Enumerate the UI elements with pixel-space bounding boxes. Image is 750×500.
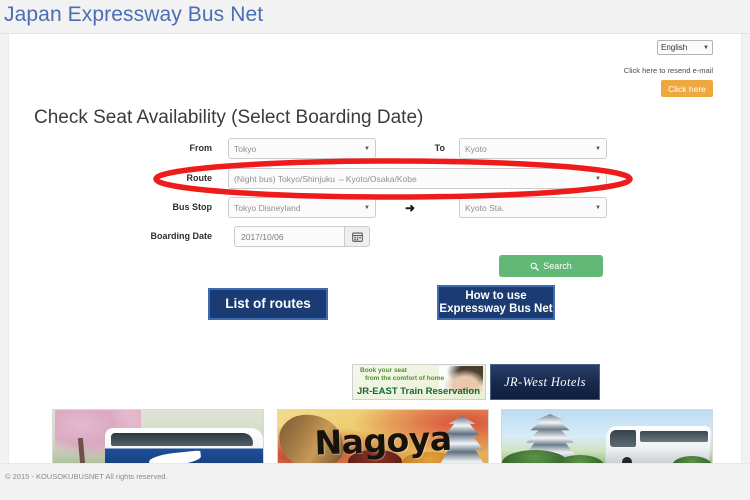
how-to-use-label-line1: How to use bbox=[465, 289, 527, 302]
nagoya-title: Nagoya bbox=[313, 418, 453, 463]
bus-stop-destination-select[interactable]: Kyoto Sta. ▼ bbox=[459, 197, 607, 218]
from-select-value: Tokyo bbox=[234, 143, 257, 154]
form-row-boarding-date: Boarding Date 2017/10/06 bbox=[9, 226, 743, 248]
bus-stop-destination-value: Kyoto Sta. bbox=[465, 202, 505, 213]
form-row-from-to: From Tokyo ▼ To Kyoto ▼ bbox=[9, 138, 743, 160]
jr-east-tagline-1: Book your seat bbox=[360, 367, 407, 374]
calendar-icon[interactable] bbox=[344, 226, 370, 247]
how-to-use-label-line2: Expressway Bus Net bbox=[439, 302, 553, 315]
route-select-value: (Night bus) Tokyo/Shinjuku ⇔Kyoto/Osaka/… bbox=[234, 173, 417, 184]
search-button-label: Search bbox=[543, 261, 572, 271]
from-select[interactable]: Tokyo ▼ bbox=[228, 138, 376, 159]
bus-stop-label: Bus Stop bbox=[172, 202, 213, 212]
page-content: English ▼ Click here to resend e-mail Cl… bbox=[8, 34, 743, 477]
site-header: Japan Expressway Bus Net bbox=[0, 0, 750, 34]
to-label: To bbox=[434, 143, 445, 153]
boarding-date-value: 2017/10/06 bbox=[241, 231, 284, 242]
banner-jr-east-train-reservation[interactable]: Book your seat from the comfort of home … bbox=[352, 364, 486, 400]
form-row-route: Route (Night bus) Tokyo/Shinjuku ⇔Kyoto/… bbox=[9, 168, 743, 190]
resend-email-button-label: Click here bbox=[668, 83, 706, 94]
arrow-right-icon: ➜ bbox=[405, 201, 416, 215]
search-button[interactable]: Search bbox=[499, 255, 603, 277]
form-row-bus-stop: Bus Stop Tokyo Disneyland ▼ ➜ Kyoto Sta.… bbox=[9, 197, 743, 219]
to-select[interactable]: Kyoto ▼ bbox=[459, 138, 607, 159]
chevron-down-icon: ▼ bbox=[703, 44, 709, 51]
language-select[interactable]: English ▼ bbox=[657, 40, 713, 55]
jr-east-title: JR-EAST Train Reservation bbox=[357, 386, 481, 397]
chevron-down-icon: ▼ bbox=[595, 175, 601, 182]
resend-email-text: Click here to resend e-mail bbox=[623, 66, 713, 75]
chevron-down-icon: ▼ bbox=[364, 204, 370, 211]
bus-windshield bbox=[610, 430, 636, 447]
to-select-value: Kyoto bbox=[465, 143, 487, 154]
site-footer: © 2015 - KOUSOKUBUSNET All rights reserv… bbox=[0, 463, 750, 500]
from-label: From bbox=[189, 143, 213, 153]
site-title: Japan Expressway Bus Net bbox=[4, 3, 264, 26]
search-icon bbox=[530, 262, 540, 271]
boarding-date-label: Boarding Date bbox=[150, 231, 212, 241]
how-to-use-button[interactable]: How to use Expressway Bus Net bbox=[437, 285, 555, 320]
route-select[interactable]: (Night bus) Tokyo/Shinjuku ⇔Kyoto/Osaka/… bbox=[228, 168, 607, 189]
jr-west-title: JR-West Hotels bbox=[504, 374, 586, 389]
chevron-down-icon: ▼ bbox=[595, 204, 601, 211]
list-of-routes-button[interactable]: List of routes bbox=[208, 288, 328, 320]
banner-jr-west-hotels[interactable]: JR-West Hotels bbox=[490, 364, 600, 400]
copyright-text: © 2015 - KOUSOKUBUSNET All rights reserv… bbox=[5, 472, 168, 481]
chevron-down-icon: ▼ bbox=[595, 145, 601, 152]
jr-east-tagline-2: from the comfort of home bbox=[365, 375, 445, 382]
bus-windows bbox=[111, 433, 253, 446]
chevron-down-icon: ▼ bbox=[364, 145, 370, 152]
page-title: Check Seat Availability (Select Boarding… bbox=[34, 107, 424, 128]
bus-stop-origin-select[interactable]: Tokyo Disneyland ▼ bbox=[228, 197, 376, 218]
language-select-value: English bbox=[661, 43, 688, 52]
bus-stop-origin-value: Tokyo Disneyland bbox=[234, 202, 301, 213]
list-of-routes-label: List of routes bbox=[225, 296, 311, 312]
boarding-date-input[interactable]: 2017/10/06 bbox=[234, 226, 344, 247]
resend-email-button[interactable]: Click here bbox=[661, 80, 713, 97]
route-label: Route bbox=[186, 173, 213, 183]
bus-windows bbox=[640, 431, 708, 442]
